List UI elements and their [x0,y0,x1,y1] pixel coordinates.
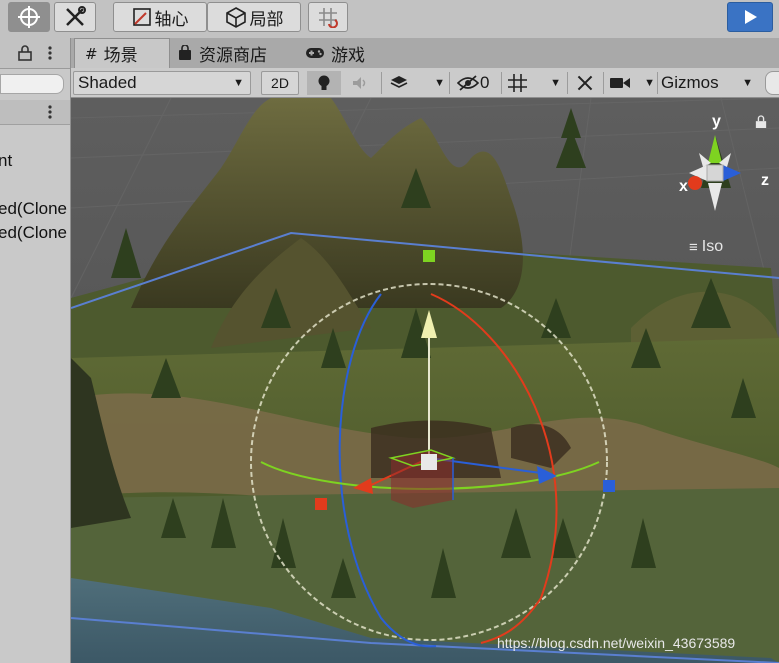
camera-settings-dropdown[interactable]: ▼ [609,71,657,95]
tab-bar: # 场景 资源商店 游戏 [71,38,779,68]
effects-dropdown[interactable]: ▼ [389,71,447,95]
grid-icon: # [85,44,98,63]
lightbulb-icon [318,75,330,90]
hidden-count: 0 [480,73,490,92]
tools-icon [66,6,86,26]
tab-asset-store[interactable]: 资源商店 [177,38,301,68]
chevron-down-icon: ▼ [742,77,753,89]
watermark-text: https://blog.csdn.net/weixin_43673589 [497,635,736,651]
toolbar-separator [657,72,658,94]
local-cube-icon [225,7,246,28]
grid-visibility-icon [508,74,527,92]
shading-mode-value: Shaded [78,73,137,92]
speaker-icon [353,77,366,89]
audio-toggle-button[interactable] [345,71,375,95]
grid-snap-button[interactable] [308,2,348,32]
more-options-icon[interactable] [44,45,56,61]
toolbar-separator [567,72,568,94]
toolbar-separator [501,72,502,94]
axis-gizmo-icon [688,135,741,211]
layers-icon [390,76,408,88]
hierarchy-item[interactable]: ed(Clone [0,223,67,243]
axis-y-label: y [712,113,721,130]
axis-z-label: z [761,172,769,189]
tab-label: 场景 [103,46,138,66]
gizmo-lock-icon[interactable] [755,115,767,129]
play-button[interactable] [727,2,773,32]
scene-search-field[interactable] [765,71,779,95]
lighting-toggle-button[interactable] [307,71,341,95]
toggle-2d-label: 2D [271,75,289,91]
local-label: 局部 [249,9,284,30]
lock-icon[interactable] [18,45,32,61]
grid-snap-icon [319,8,338,28]
scene-menu-icon[interactable] [44,104,56,120]
scene-tools-button[interactable] [571,71,599,95]
tab-label: 资源商店 [199,45,267,66]
hidden-objects-toggle[interactable]: 0 [457,71,497,95]
transform-tool-button[interactable] [8,2,50,32]
gizmos-dropdown[interactable]: Gizmos ▼ [661,71,757,95]
pivot-toggle-button[interactable]: 轴心 [113,2,207,32]
scene-viewport[interactable]: y x z ≡ Iso https://blog.csdn.net/weixin… [71,98,779,663]
main-toolbar: 轴心 局部 [0,0,779,39]
hamburger-menu-icon: ≡ [689,238,698,256]
play-icon [745,10,757,24]
pivot-label: 轴心 [154,9,189,30]
scene-header-row [0,100,70,125]
hierarchy-header [0,38,70,69]
orientation-gizmo[interactable] [671,113,771,223]
chevron-down-icon: ▼ [644,77,655,89]
toolbar-separator [603,72,604,94]
store-bag-icon [179,45,191,60]
hierarchy-search-field[interactable] [0,74,64,94]
grid-snapping-dropdown[interactable]: ▼ [507,71,563,95]
projection-label: Iso [701,238,724,255]
hierarchy-panel: nt ed(Clone ed(Clone [0,38,71,663]
chevron-down-icon: ▼ [233,77,244,89]
video-camera-icon [610,78,630,88]
toolbar-separator [449,72,450,94]
shading-mode-dropdown[interactable]: Shaded ▼ [73,71,251,95]
gamepad-icon [306,48,324,58]
scene-panel: # 场景 资源商店 游戏 Shaded ▼ 2D ▼ 0 ▼ ▼ Gizmos … [71,38,779,663]
tools-icon [577,75,593,91]
tab-game[interactable]: 游戏 [305,38,385,68]
axis-x-label: x [679,178,688,195]
custom-tools-button[interactable] [54,2,96,32]
chevron-down-icon: ▼ [550,77,561,89]
hierarchy-item[interactable]: nt [0,151,12,171]
tab-scene[interactable]: # 场景 [74,38,170,68]
move-crosshair-icon [18,6,40,28]
pivot-icon [132,8,151,26]
gizmos-label: Gizmos [661,73,719,92]
projection-toggle[interactable]: ≡ Iso [689,238,723,256]
local-toggle-button[interactable]: 局部 [207,2,301,32]
hierarchy-item[interactable]: ed(Clone [0,199,67,219]
scene-toolbar: Shaded ▼ 2D ▼ 0 ▼ ▼ Gizmos ▼ [71,68,779,98]
toolbar-separator [381,72,382,94]
eye-slash-icon [457,75,479,91]
tab-label: 游戏 [331,45,365,66]
toggle-2d-button[interactable]: 2D [261,71,299,95]
chevron-down-icon: ▼ [434,77,445,89]
